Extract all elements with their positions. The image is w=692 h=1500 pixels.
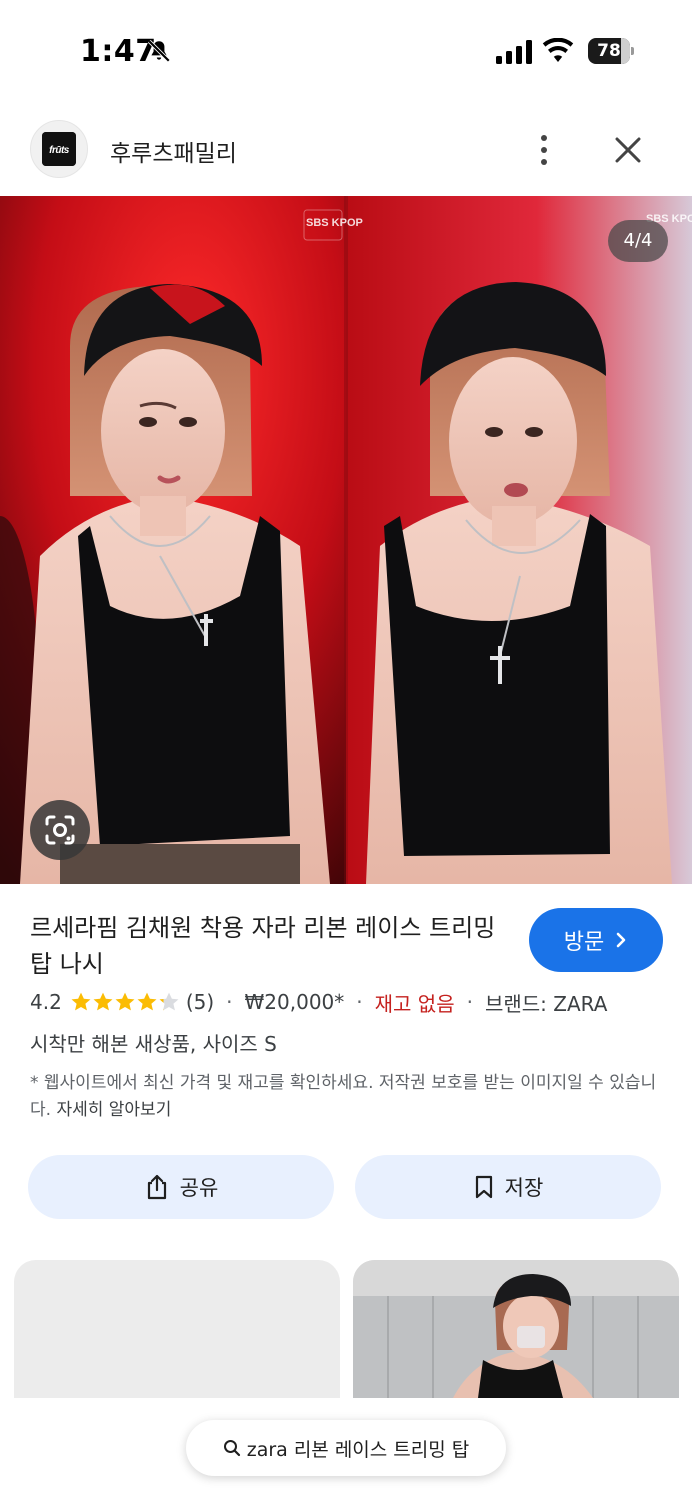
- status-bar: 1:47 78: [0, 0, 692, 100]
- related-result-card[interactable]: [14, 1260, 340, 1398]
- separator-dot: ·: [356, 990, 363, 1014]
- separator-dot: ·: [226, 990, 233, 1014]
- star-icon: [93, 992, 113, 1011]
- separator-dot: ·: [466, 990, 473, 1014]
- svg-text:frūts: frūts: [49, 145, 70, 156]
- site-name[interactable]: 후루츠패밀리: [110, 134, 237, 168]
- stock-status: 재고 없음: [374, 991, 455, 1016]
- brand: 브랜드: ZARA: [484, 991, 608, 1016]
- battery-percent: 78: [597, 41, 621, 61]
- visit-label: 방문: [563, 930, 605, 955]
- review-count: (5): [185, 990, 215, 1014]
- more-vert-icon[interactable]: [524, 128, 564, 172]
- star-icon: [115, 992, 135, 1011]
- site-logo[interactable]: frūts: [30, 120, 88, 178]
- watermark-left: SBS KPOP: [306, 217, 363, 229]
- share-button[interactable]: 공유: [28, 1155, 334, 1219]
- share-label: 공유: [179, 1176, 219, 1200]
- lens-icon[interactable]: [30, 800, 90, 860]
- star-icon: [159, 992, 179, 1011]
- product-image[interactable]: SBS KPOP SBS KPOP: [0, 196, 692, 884]
- share-icon: [147, 1174, 166, 1200]
- star-icon: [137, 992, 157, 1011]
- rating-value: 4.2: [30, 990, 62, 1014]
- disclaimer: * 웹사이트에서 최신 가격 및 재고를 확인하세요. 저작권 보호를 받는 이…: [30, 1070, 670, 1124]
- chevron-right-icon: [616, 932, 626, 948]
- save-button[interactable]: 저장: [355, 1155, 661, 1219]
- image-counter: 4/4: [608, 220, 668, 262]
- search-chip[interactable]: zara 리본 레이스 트리밍 탑: [186, 1420, 506, 1476]
- product-photo-illustration: SBS KPOP SBS KPOP: [0, 196, 692, 884]
- price: ₩20,000*: [244, 990, 345, 1014]
- visit-button[interactable]: 방문: [529, 908, 663, 972]
- save-label: 저장: [504, 1176, 544, 1200]
- search-icon: [223, 1440, 240, 1457]
- rating-stars: [70, 991, 180, 1013]
- signal-icon: [496, 40, 532, 64]
- related-result-card[interactable]: [353, 1260, 679, 1398]
- related-result-image: [353, 1260, 679, 1398]
- product-meta: 4.2 (5) · ₩20,000* · 재고 없음 · 브랜드: ZARA: [30, 986, 607, 1018]
- wifi-icon: [542, 38, 574, 62]
- bookmark-icon: [475, 1175, 492, 1199]
- battery-icon: 78: [588, 38, 634, 64]
- learn-more-link[interactable]: 자세히 알아보기: [56, 1100, 171, 1120]
- product-title: 르세라핌 김채원 착용 자라 리본 레이스 트리밍 탑 나시: [30, 914, 496, 978]
- bell-off-icon: [147, 39, 171, 63]
- search-query: zara 리본 레이스 트리밍 탑: [246, 1438, 470, 1461]
- result-header: frūts 후루츠패밀리: [0, 118, 692, 182]
- close-icon[interactable]: [608, 130, 648, 170]
- site-logo-mark: frūts: [42, 132, 76, 166]
- product-description: 시착만 해본 새상품, 사이즈 S: [30, 1032, 277, 1056]
- star-icon: [71, 992, 91, 1011]
